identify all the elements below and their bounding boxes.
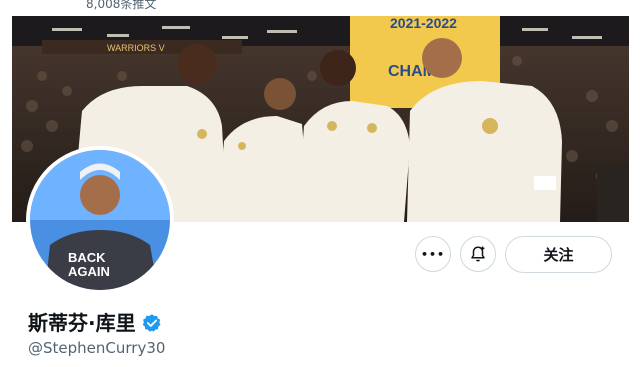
verified-badge-icon	[142, 314, 161, 332]
profile-display-name: 斯蒂芬·库里	[28, 310, 162, 336]
bell-plus-icon	[471, 246, 485, 262]
more-icon: •••	[420, 247, 446, 261]
avatar[interactable]: BACK AGAIN	[30, 150, 170, 290]
follow-button[interactable]: 关注	[505, 236, 612, 273]
avatar-shirt-line2: AGAIN	[68, 264, 110, 279]
profile-handle: @StephenCurry30	[28, 339, 166, 357]
arena-board-text: WARRIORS V	[107, 43, 165, 53]
tweet-count: 8,008条推文	[86, 0, 157, 11]
banner-sign-year: 2021-2022	[390, 16, 457, 31]
display-name-text: 斯蒂芬·库里	[28, 311, 136, 335]
top-bar: 8,008条推文	[0, 0, 640, 16]
avatar-border: BACK AGAIN	[26, 146, 174, 294]
avatar-shirt-line1: BACK	[68, 250, 106, 265]
avatar-image: BACK AGAIN	[30, 150, 170, 290]
more-button[interactable]: •••	[415, 236, 451, 272]
follow-label: 关注	[543, 246, 574, 264]
notify-button[interactable]	[460, 236, 496, 272]
